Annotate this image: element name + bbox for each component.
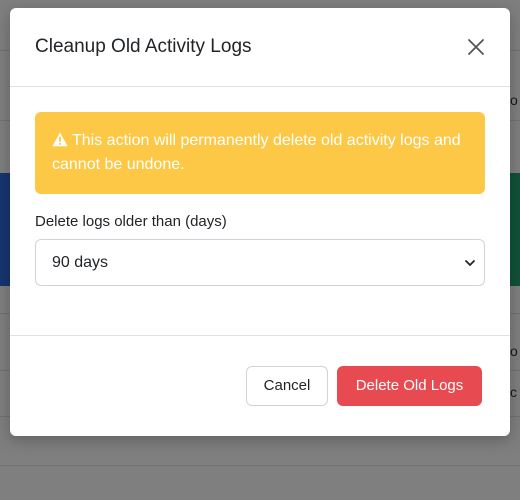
days-field-label: Delete logs older than (days): [35, 213, 227, 230]
days-select-value: 90 days: [52, 253, 109, 271]
modal-footer: Cancel Delete Old Logs: [10, 336, 510, 435]
close-button[interactable]: [464, 35, 488, 59]
cancel-button[interactable]: Cancel: [246, 365, 328, 406]
days-select[interactable]: 90 days: [35, 239, 485, 286]
close-icon: [468, 39, 484, 55]
warning-alert: This action will permanently delete old …: [35, 112, 485, 194]
modal-header: Cleanup Old Activity Logs: [10, 8, 510, 87]
alert-text: This action will permanently delete old …: [52, 132, 461, 173]
cleanup-logs-modal: Cleanup Old Activity Logs This action wi…: [10, 8, 510, 436]
modal-body: This action will permanently delete old …: [10, 87, 510, 336]
chevron-down-icon: [465, 259, 475, 266]
modal-title: Cleanup Old Activity Logs: [35, 36, 252, 57]
delete-old-logs-button[interactable]: Delete Old Logs: [337, 365, 482, 406]
warning-triangle-icon: [52, 132, 68, 147]
